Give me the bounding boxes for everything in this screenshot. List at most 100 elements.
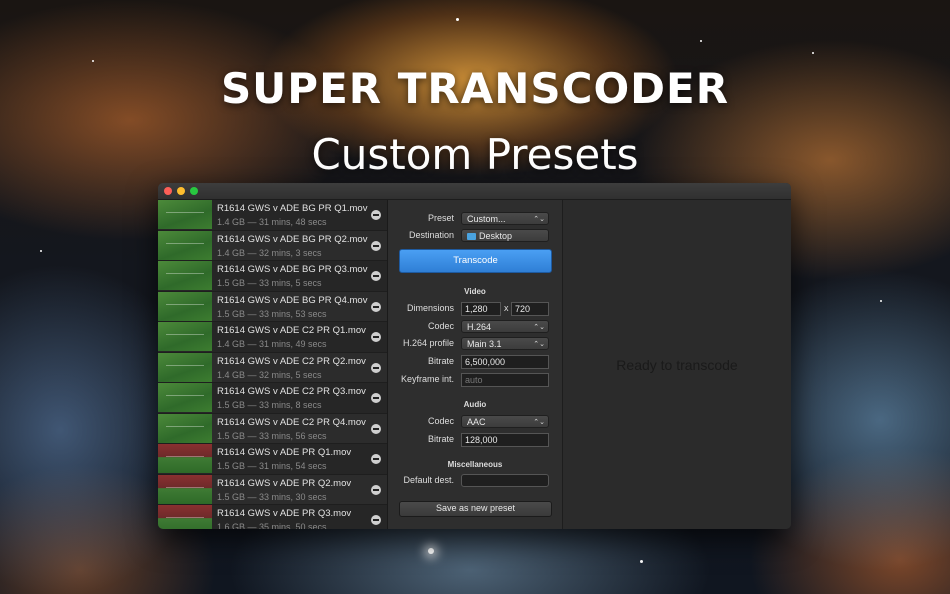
preset-label: Preset	[427, 213, 454, 223]
audio-codec-label: Codec	[427, 416, 454, 426]
file-name: R1614 GWS v ADE PR Q2.mov	[217, 477, 352, 489]
file-meta: 1.4 GB — 31 mins, 48 secs	[217, 217, 327, 227]
video-bitrate-row: Bitrate 6,500,000	[388, 355, 562, 369]
video-section-heading: Video	[464, 287, 486, 296]
remove-file-icon[interactable]	[371, 515, 381, 525]
file-list: R1614 GWS v ADE BG PR Q1.mov 1.4 GB — 31 …	[158, 200, 388, 529]
file-meta: 1.5 GB — 33 mins, 30 secs	[217, 491, 327, 502]
default-dest-label: Default dest.	[403, 475, 454, 485]
keyframe-row: Keyframe int. auto	[388, 373, 562, 387]
file-row[interactable]: R1614 GWS v ADE PR Q1.mov 1.5 GB — 31 min…	[158, 444, 387, 475]
profile-value: Main 3.1	[467, 339, 502, 349]
profile-select[interactable]: Main 3.1 ⌃⌄	[461, 337, 549, 350]
file-row[interactable]: R1614 GWS v ADE BG PR Q3.mov 1.5 GB — 33 …	[158, 261, 387, 292]
remove-file-icon[interactable]	[371, 423, 381, 434]
zoom-window-button[interactable]	[190, 187, 198, 195]
updown-chevron-icon: ⌃⌄	[533, 216, 545, 223]
file-row[interactable]: R1614 GWS v ADE PR Q3.mov 1.6 GB — 35 min…	[158, 505, 387, 529]
dimensions-label: Dimensions	[406, 303, 454, 313]
file-row[interactable]: R1614 GWS v ADE PR Q2.mov 1.5 GB — 33 min…	[158, 474, 387, 505]
file-name: R1614 GWS v ADE C2 PR Q2.mov	[217, 355, 366, 367]
star	[428, 548, 434, 554]
app-window: R1614 GWS v ADE BG PR Q1.mov 1.4 GB — 31 …	[158, 183, 791, 529]
star	[40, 250, 42, 252]
star	[92, 60, 94, 62]
file-row[interactable]: R1614 GWS v ADE C2 PR Q1.mov 1.4 GB — 31 …	[158, 322, 387, 353]
status-text: Ready to transcode	[616, 357, 738, 373]
audio-section-heading: Audio	[463, 400, 487, 409]
audio-codec-value: AAC	[467, 417, 486, 427]
hero-subtitle: Custom Presets	[311, 130, 639, 179]
preset-value: Custom...	[467, 214, 506, 224]
updown-chevron-icon: ⌃⌄	[533, 419, 545, 426]
video-codec-select[interactable]: H.264 ⌃⌄	[461, 320, 549, 333]
width-input[interactable]: 1,280	[461, 302, 501, 316]
remove-file-icon[interactable]	[371, 210, 381, 220]
file-name: R1614 GWS v ADE C2 PR Q3.mov	[217, 386, 366, 397]
video-thumbnail	[158, 230, 212, 260]
audio-bitrate-label: Bitrate	[427, 434, 454, 444]
file-row[interactable]: R1614 GWS v ADE C2 PR Q4.mov 1.5 GB — 33 …	[158, 413, 387, 444]
profile-label: H.264 profile	[402, 338, 454, 348]
profile-row: H.264 profile Main 3.1 ⌃⌄	[388, 337, 562, 351]
hero-title: SUPER TRANSCODER	[220, 64, 730, 113]
audio-codec-row: Codec AAC ⌃⌄	[388, 415, 562, 429]
keyframe-label: Keyframe int.	[400, 374, 454, 384]
preset-select[interactable]: Custom... ⌃⌄	[461, 212, 549, 225]
video-thumbnail	[158, 322, 212, 351]
video-thumbnail	[158, 200, 212, 229]
star	[640, 560, 643, 563]
minimize-window-button[interactable]	[177, 187, 185, 195]
video-thumbnail	[158, 352, 212, 382]
file-meta: 1.5 GB — 31 mins, 54 secs	[217, 461, 327, 471]
file-name: R1614 GWS v ADE C2 PR Q1.mov	[217, 325, 366, 336]
folder-icon	[467, 233, 476, 240]
file-meta: 1.5 GB — 33 mins, 5 secs	[217, 278, 322, 288]
file-row[interactable]: R1614 GWS v ADE BG PR Q2.mov 1.4 GB — 32 …	[158, 230, 387, 261]
video-codec-label: Codec	[427, 321, 454, 331]
remove-file-icon[interactable]	[371, 362, 381, 373]
video-thumbnail	[158, 383, 212, 412]
file-name: R1614 GWS v ADE BG PR Q4.mov	[217, 294, 368, 306]
file-row[interactable]: R1614 GWS v ADE C2 PR Q2.mov 1.4 GB — 32 …	[158, 352, 387, 383]
file-row[interactable]: R1614 GWS v ADE C2 PR Q3.mov 1.5 GB — 33 …	[158, 383, 387, 414]
star	[812, 52, 814, 54]
dimension-separator: x	[504, 303, 509, 313]
file-meta: 1.4 GB — 32 mins, 3 secs	[217, 247, 322, 258]
default-dest-select[interactable]	[461, 474, 549, 487]
file-name: R1614 GWS v ADE PR Q3.mov	[217, 508, 352, 519]
destination-row: Destination Desktop	[388, 229, 562, 243]
file-row[interactable]: R1614 GWS v ADE BG PR Q4.mov 1.5 GB — 33 …	[158, 291, 387, 322]
star	[880, 300, 882, 302]
remove-file-icon[interactable]	[371, 454, 381, 464]
destination-select[interactable]: Desktop	[461, 229, 549, 242]
remove-file-icon[interactable]	[371, 240, 381, 251]
remove-file-icon[interactable]	[371, 393, 381, 403]
height-input[interactable]: 720	[511, 302, 549, 316]
destination-value: Desktop	[479, 231, 513, 241]
window-titlebar[interactable]	[158, 183, 791, 200]
save-as-new-preset-button[interactable]: Save as new preset	[399, 501, 552, 517]
updown-chevron-icon: ⌃⌄	[533, 341, 545, 348]
star	[700, 40, 702, 42]
file-row[interactable]: R1614 GWS v ADE BG PR Q1.mov 1.4 GB — 31 …	[158, 200, 387, 231]
video-codec-value: H.264	[467, 322, 492, 332]
updown-chevron-icon: ⌃⌄	[533, 324, 545, 331]
file-meta: 1.5 GB — 33 mins, 56 secs	[217, 430, 327, 441]
remove-file-icon[interactable]	[371, 484, 381, 495]
remove-file-icon[interactable]	[371, 271, 381, 281]
remove-file-icon[interactable]	[371, 332, 381, 342]
video-thumbnail	[158, 444, 212, 473]
audio-bitrate-input[interactable]: 128,000	[461, 433, 549, 447]
keyframe-input[interactable]: auto	[461, 373, 549, 387]
video-thumbnail	[158, 413, 212, 443]
transcode-button[interactable]: Transcode	[399, 249, 552, 273]
video-bitrate-input[interactable]: 6,500,000	[461, 355, 549, 369]
video-thumbnail	[158, 291, 212, 321]
audio-codec-select[interactable]: AAC ⌃⌄	[461, 415, 549, 428]
status-pane: Ready to transcode	[563, 200, 791, 529]
file-meta: 1.5 GB — 33 mins, 53 secs	[217, 308, 327, 319]
remove-file-icon[interactable]	[371, 301, 381, 312]
destination-label: Destination	[408, 230, 454, 240]
close-window-button[interactable]	[164, 187, 172, 195]
